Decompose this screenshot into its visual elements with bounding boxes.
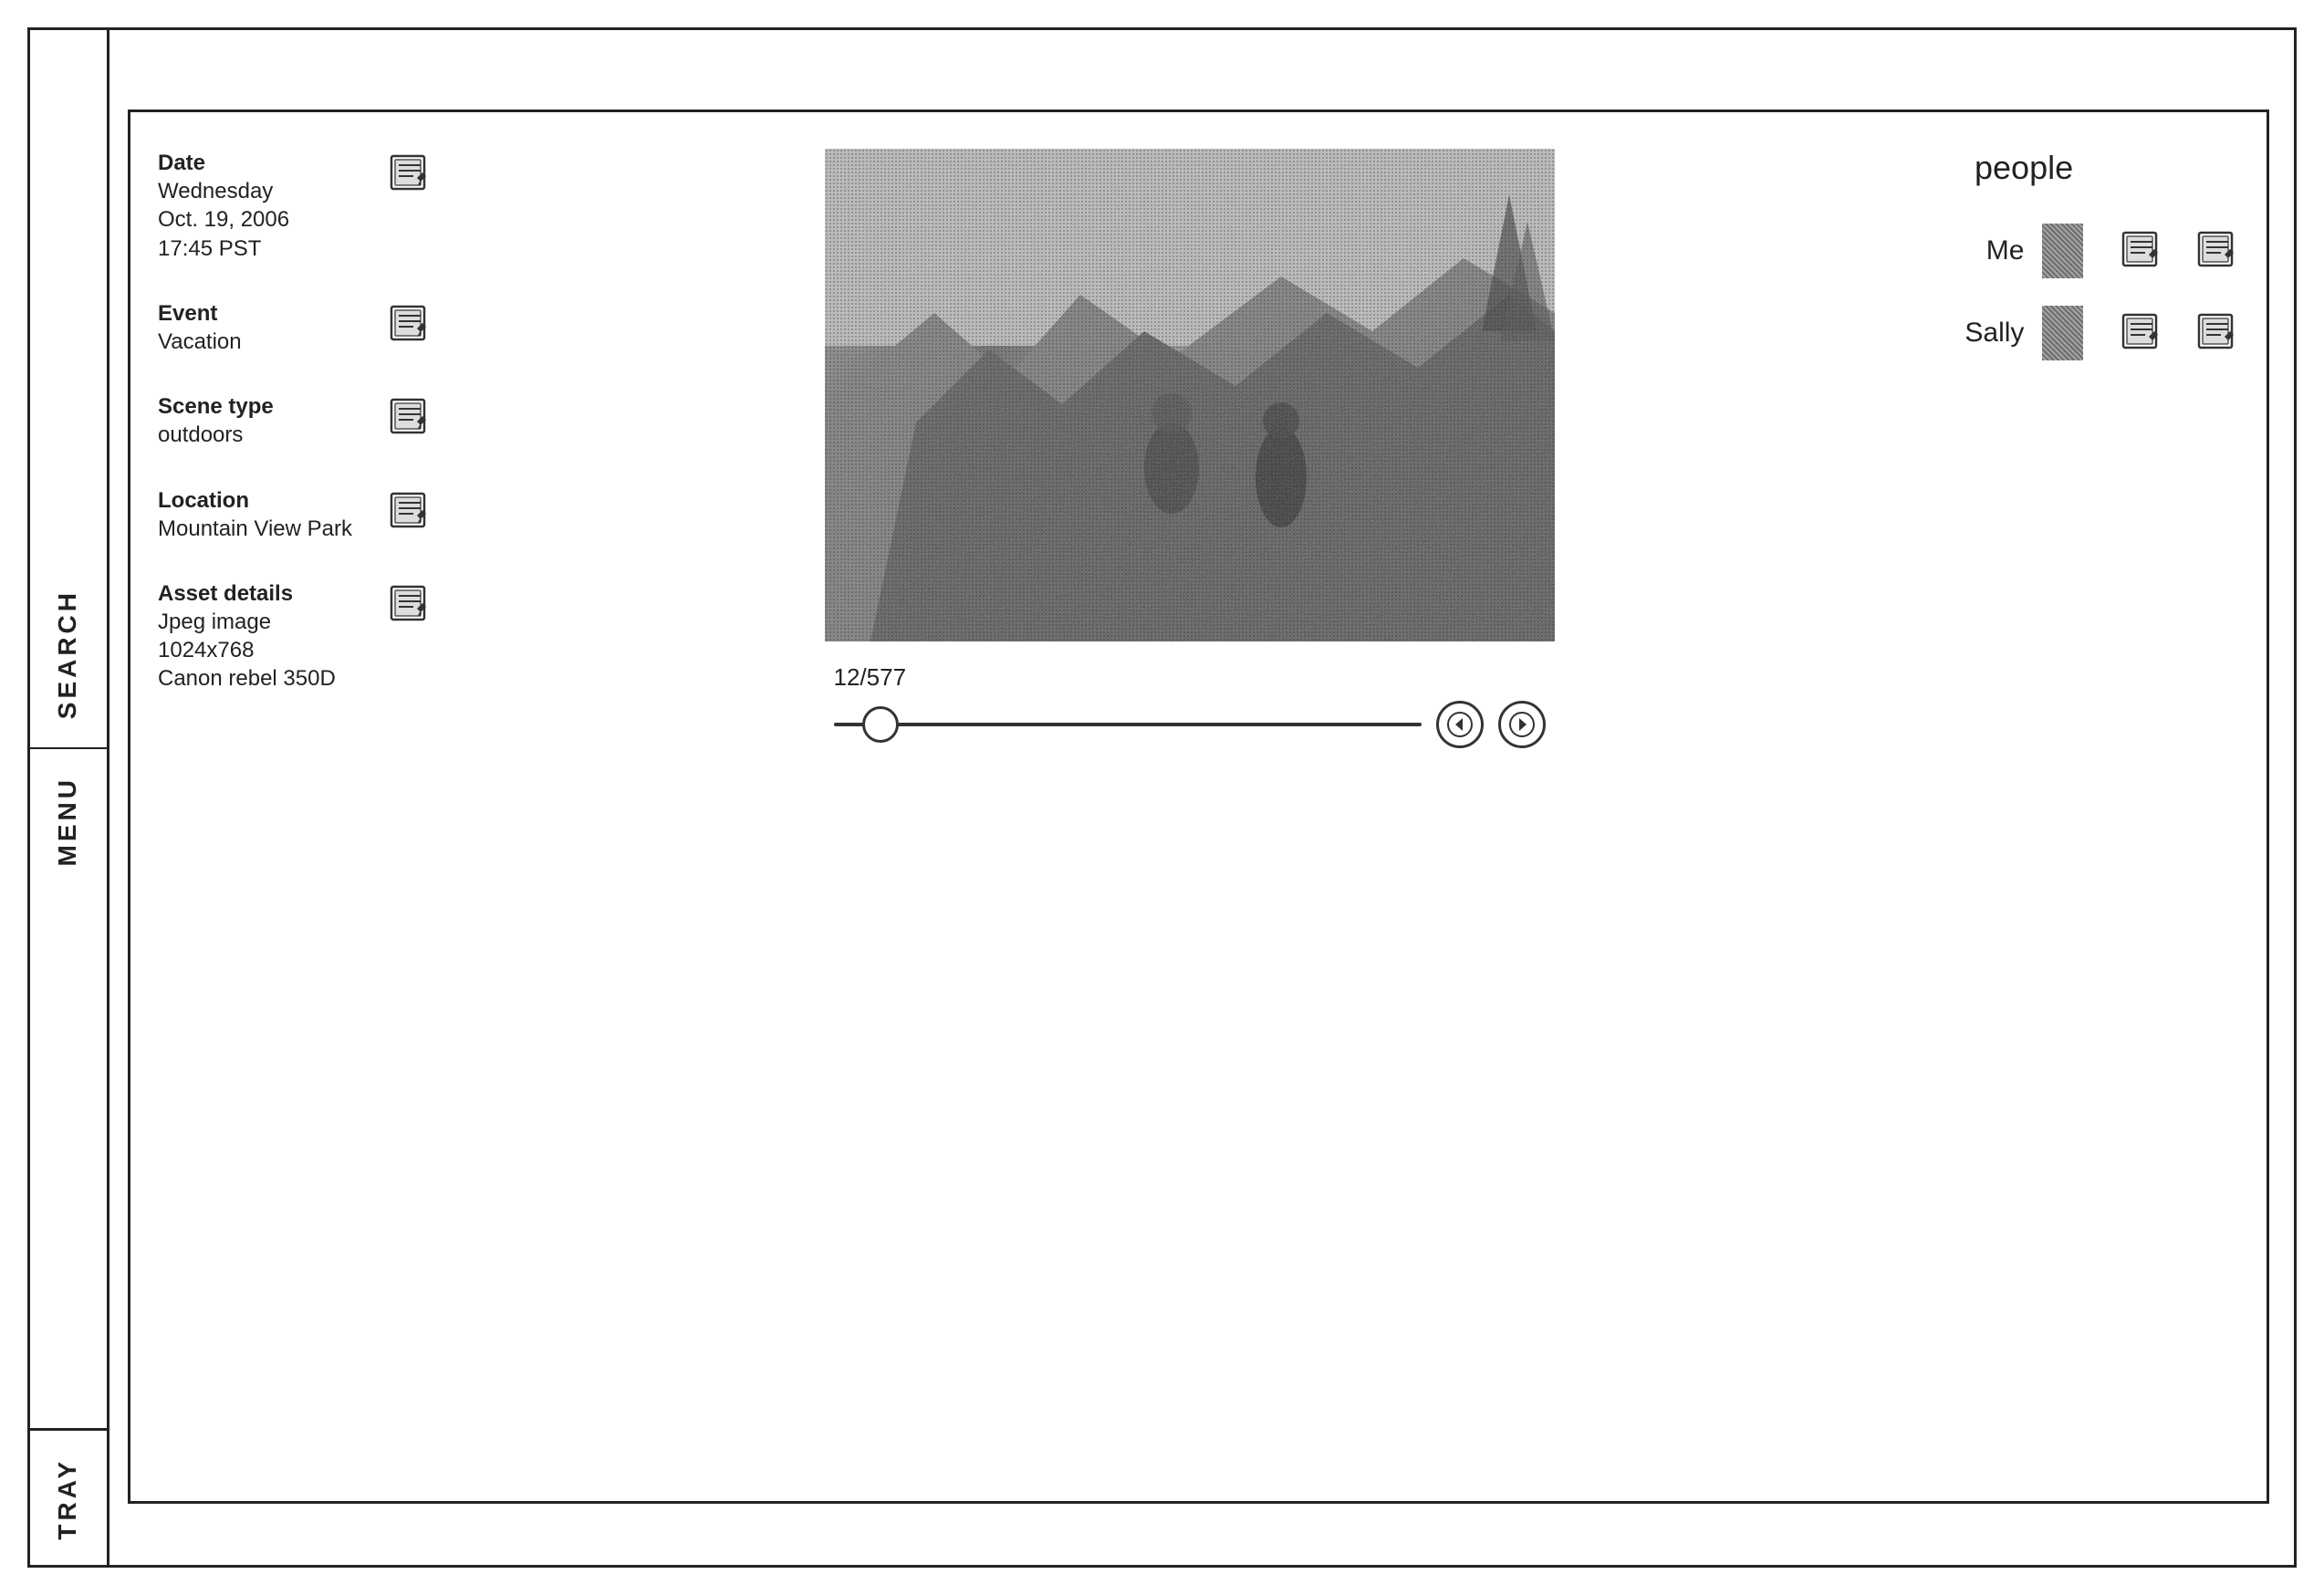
location-value: Mountain View Park	[158, 515, 379, 543]
event-label: Event	[158, 299, 379, 328]
location-text: Location Mountain View Park	[158, 486, 379, 543]
person-thumb-sally	[2042, 306, 2083, 360]
sidebar-tray-label[interactable]: TRAY	[53, 1458, 82, 1540]
date-text: Date Wednesday Oct. 19, 2006 17:45 PST	[158, 149, 379, 263]
person-sally-edit-button[interactable]	[2120, 311, 2163, 355]
photo-dither-overlay	[825, 149, 1555, 641]
inner-panel: Date Wednesday Oct. 19, 2006 17:45 PST	[128, 109, 2269, 1504]
person-row-sally: Sally	[1947, 306, 2239, 360]
person-me-detail-button[interactable]	[2195, 229, 2239, 273]
scene-section: Scene type outdoors	[158, 392, 432, 449]
event-value: Vacation	[158, 328, 379, 356]
photo-slider[interactable]	[834, 723, 1422, 726]
person-name-sally: Sally	[1956, 318, 2024, 349]
scene-label: Scene type	[158, 392, 379, 421]
scene-value: outdoors	[158, 421, 379, 449]
prev-button[interactable]	[1436, 701, 1484, 748]
sidebar-menu-label[interactable]: MENU	[53, 749, 82, 893]
event-text: Event Vacation	[158, 299, 379, 356]
date-full: Oct. 19, 2006	[158, 205, 379, 234]
slider-area: 12/577	[825, 663, 1555, 748]
asset-text: Asset details Jpeg image 1024x768 Canon …	[158, 579, 379, 693]
asset-edit-button[interactable]	[388, 583, 432, 627]
photo-display	[825, 149, 1555, 641]
scene-text: Scene type outdoors	[158, 392, 379, 449]
asset-section: Asset details Jpeg image 1024x768 Canon …	[158, 579, 432, 693]
location-section: Location Mountain View Park	[158, 486, 432, 543]
asset-label: Asset details	[158, 579, 379, 608]
person-row-me: Me	[1947, 224, 2239, 278]
date-section: Date Wednesday Oct. 19, 2006 17:45 PST	[158, 149, 432, 263]
info-panel: Date Wednesday Oct. 19, 2006 17:45 PST	[130, 112, 459, 1501]
image-area: 12/577	[459, 112, 1920, 1501]
date-label: Date	[158, 149, 379, 177]
event-section: Event Vacation	[158, 299, 432, 356]
left-sidebar: SEARCH MENU TRAY	[27, 27, 109, 1568]
sidebar-bottom: TRAY	[27, 1428, 107, 1568]
date-time: 17:45 PST	[158, 235, 379, 263]
people-title: people	[1975, 149, 2073, 187]
date-edit-button[interactable]	[388, 152, 432, 196]
person-name-me: Me	[1956, 235, 2024, 266]
person-sally-detail-button[interactable]	[2195, 311, 2239, 355]
slider-row	[834, 701, 1546, 748]
location-edit-button[interactable]	[388, 490, 432, 534]
slide-counter: 12/577	[834, 663, 1546, 692]
date-day: Wednesday	[158, 177, 379, 205]
next-button[interactable]	[1498, 701, 1546, 748]
sidebar-search-label[interactable]: SEARCH	[53, 562, 82, 746]
sidebar-top: SEARCH MENU	[27, 27, 107, 1428]
asset-size: 1024x768	[158, 636, 379, 664]
asset-camera: Canon rebel 350D	[158, 664, 379, 693]
scene-edit-button[interactable]	[388, 396, 432, 440]
people-panel: people Me	[1920, 112, 2267, 1501]
slider-thumb[interactable]	[862, 706, 899, 743]
event-edit-button[interactable]	[388, 303, 432, 347]
asset-type: Jpeg image	[158, 608, 379, 636]
person-me-edit-button[interactable]	[2120, 229, 2163, 273]
person-thumb-me	[2042, 224, 2083, 278]
location-label: Location	[158, 486, 379, 515]
